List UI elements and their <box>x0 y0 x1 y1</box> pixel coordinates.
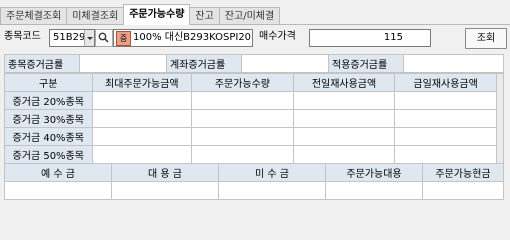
account-margin-rate-label: 계좌증거금률 <box>166 54 242 73</box>
tab-balance[interactable]: 잔고 <box>189 7 220 25</box>
table-row[interactable]: 증거금 40%종목 <box>4 127 504 146</box>
cell <box>191 145 294 164</box>
buy-price-input[interactable]: 115 <box>309 29 431 47</box>
cell <box>191 127 294 146</box>
stock-name-text: 100% 대신B293KOSPI20 <box>133 32 252 43</box>
stock-margin-rate-value <box>79 54 167 73</box>
cell <box>91 145 193 164</box>
cell <box>292 145 396 164</box>
order-available-panel: 주문체결조회 미체결조회 주문가능수량 잔고 잔고/미체결 종목코드 51B29… <box>0 0 510 203</box>
table-row[interactable]: 증거금 30%종목 <box>4 109 504 128</box>
chevron-down-icon[interactable] <box>84 30 94 46</box>
summary-header-row: 예 수 금 대 용 금 미 수 금 주문가능대용 주문가능현금 <box>4 163 504 182</box>
tab-bar: 주문체결조회 미체결조회 주문가능수량 잔고 잔고/미체결 <box>0 4 510 25</box>
grid-header-row: 구분 최대주문가능금액 주문가능수량 전일재사용금액 금일재사용금액 <box>4 73 505 164</box>
row-label: 증거금 50%종목 <box>4 145 93 164</box>
applied-margin-rate-label: 적용증거금률 <box>328 54 404 73</box>
substitute-value <box>111 181 219 200</box>
cell <box>292 109 396 128</box>
row-label: 증거금 30%종목 <box>4 109 93 128</box>
col-header-available-substitute: 주문가능대용 <box>325 163 423 182</box>
col-header-receivable: 미 수 금 <box>218 163 326 182</box>
tab-order-available-quantity[interactable]: 주문가능수량 <box>123 4 191 25</box>
col-header-available-cash: 주문가능현금 <box>422 163 504 182</box>
col-header-order-quantity: 주문가능수량 <box>191 73 294 92</box>
col-header-substitute: 대 용 금 <box>111 163 219 182</box>
margin-rate-table: 종목증거금률 계좌증거금률 적용증거금률 <box>4 54 504 73</box>
search-icon <box>98 32 109 43</box>
cell <box>91 127 193 146</box>
col-header-deposit: 예 수 금 <box>4 163 112 182</box>
margin-badge: 증 <box>116 31 131 46</box>
deposit-value <box>4 181 112 200</box>
tab-unexecuted-inquiry[interactable]: 미체결조회 <box>66 7 125 25</box>
row-label: 증거금 20%종목 <box>4 91 93 110</box>
code-label: 종목코드 <box>4 31 41 42</box>
stock-margin-rate-label: 종목증거금률 <box>4 54 80 73</box>
cell <box>394 127 497 146</box>
query-button[interactable]: 조회 <box>465 28 507 49</box>
account-margin-rate-value <box>241 54 329 73</box>
col-header-today-reuse-amount: 금일재사용금액 <box>394 73 497 92</box>
available-cash-value <box>422 181 504 200</box>
cell <box>191 91 294 110</box>
tab-order-execution-inquiry[interactable]: 주문체결조회 <box>0 7 68 25</box>
stock-name-display: 증 100% 대신B293KOSPI20 <box>113 29 253 47</box>
cell <box>91 109 193 128</box>
table-row[interactable]: 증거금 20%종목 <box>4 91 504 110</box>
grid-scrollbar[interactable] <box>495 73 505 164</box>
cell <box>394 109 497 128</box>
deposit-summary-table: 예 수 금 대 용 금 미 수 금 주문가능대용 주문가능현금 <box>4 163 504 200</box>
col-header-category: 구분 <box>4 73 93 92</box>
available-substitute-value <box>325 181 423 200</box>
col-header-max-order-amount: 최대주문가능금액 <box>91 73 193 92</box>
receivable-value <box>218 181 326 200</box>
price-label: 매수가격 <box>259 31 296 42</box>
tab-balance-unexecuted[interactable]: 잔고/미체결 <box>218 7 281 25</box>
applied-margin-rate-value <box>403 54 504 73</box>
cell <box>394 145 497 164</box>
row-label: 증거금 40%종목 <box>4 127 93 146</box>
buy-price-value: 115 <box>383 32 403 43</box>
table-row[interactable]: 증거금 50%종목 <box>4 145 504 164</box>
table-row <box>4 181 504 200</box>
cell <box>292 91 396 110</box>
col-header-prev-reuse-amount: 전일재사용금액 <box>292 73 396 92</box>
cell <box>191 109 294 128</box>
order-available-grid: 구분 최대주문가능금액 주문가능수량 전일재사용금액 금일재사용금액 증거금 2… <box>4 73 505 164</box>
cell <box>292 127 396 146</box>
stock-code-combobox[interactable]: 51B293 <box>49 29 95 47</box>
cell <box>91 91 193 110</box>
order-form-row: 종목코드 51B293 증 100% 대신B293KOSPI20 매수가격 11… <box>0 28 510 49</box>
cell <box>394 91 497 110</box>
search-button[interactable] <box>95 29 113 47</box>
